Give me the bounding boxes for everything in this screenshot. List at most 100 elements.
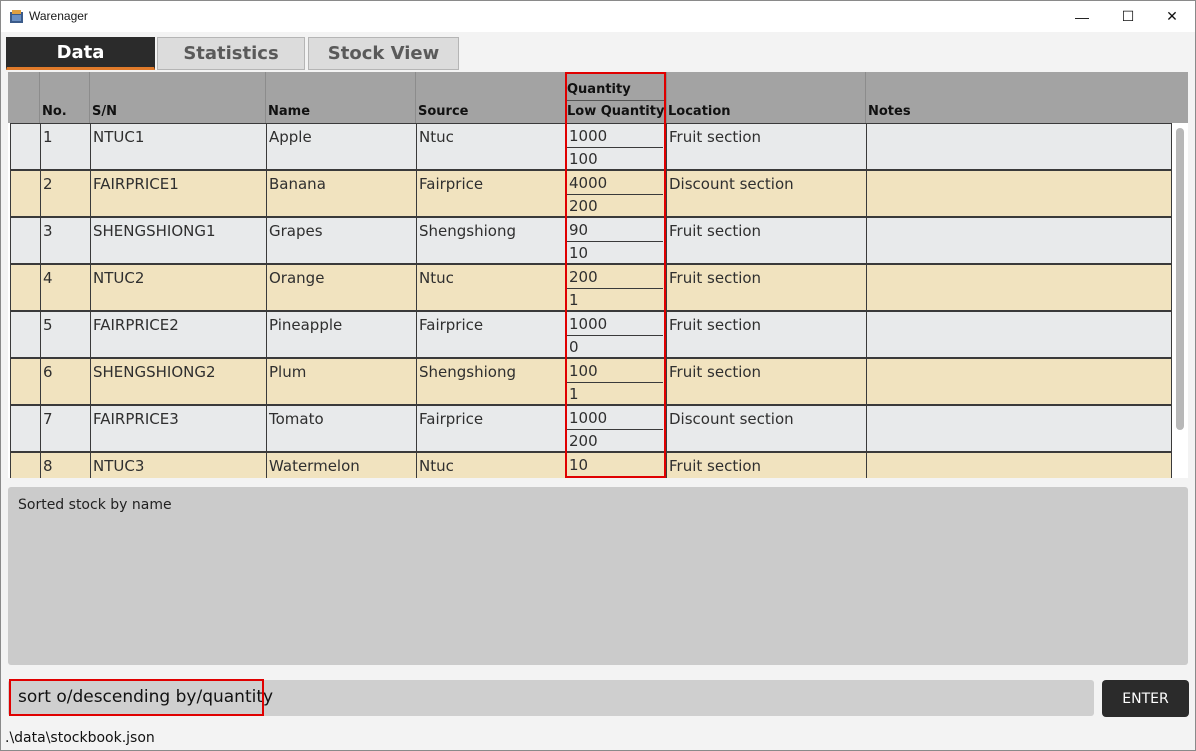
maximize-button[interactable]: ☐ bbox=[1105, 1, 1151, 32]
cell-notes bbox=[866, 312, 1171, 357]
cell-no: 8 bbox=[40, 453, 90, 478]
cell-spacer bbox=[9, 359, 40, 404]
cell-no: 4 bbox=[40, 265, 90, 310]
result-display: Sorted stock by name bbox=[8, 487, 1188, 665]
cell-quantity-value: 1000 bbox=[569, 409, 608, 427]
scrollbar-thumb[interactable] bbox=[1176, 128, 1184, 430]
table-row[interactable]: 8 NTUC3 Watermelon Ntuc 10 Fruit section bbox=[10, 452, 1172, 478]
cell-notes bbox=[866, 218, 1171, 263]
table-row[interactable]: 7 FAIRPRICE3 Tomato Fairprice 1000 200 Discoun… bbox=[10, 405, 1172, 452]
cell-source: Shengshiong bbox=[416, 359, 566, 404]
quantity-divider bbox=[567, 476, 663, 477]
cell-sn: NTUC3 bbox=[90, 453, 266, 478]
tab-stock-view[interactable]: Stock View bbox=[308, 37, 459, 70]
table-body: 1 NTUC1 Apple Ntuc 1000 100 Fruit section 2 FAIR… bbox=[8, 123, 1172, 478]
header-location[interactable]: Location bbox=[668, 104, 731, 119]
header-sn[interactable]: S/N bbox=[92, 104, 117, 119]
cell-name: Watermelon bbox=[266, 453, 416, 478]
cell-quantity: 100 1 bbox=[566, 359, 666, 404]
cell-location: Fruit section bbox=[666, 218, 866, 263]
table-header: No. S/N Name Source Quantity Low Quantit… bbox=[8, 72, 1188, 123]
quantity-divider bbox=[567, 429, 663, 430]
vertical-scrollbar[interactable] bbox=[1174, 125, 1186, 478]
cell-name: Pineapple bbox=[266, 312, 416, 357]
header-separator bbox=[865, 72, 866, 123]
cell-sn: NTUC2 bbox=[90, 265, 266, 310]
stock-table: No. S/N Name Source Quantity Low Quantit… bbox=[8, 72, 1188, 478]
quantity-divider bbox=[567, 194, 663, 195]
result-text: Sorted stock by name bbox=[18, 497, 172, 513]
cell-spacer bbox=[9, 453, 40, 478]
cell-sn: NTUC1 bbox=[90, 124, 266, 169]
cell-spacer bbox=[9, 124, 40, 169]
cell-name: Apple bbox=[266, 124, 416, 169]
cell-source: Shengshiong bbox=[416, 218, 566, 263]
quantity-divider bbox=[567, 241, 663, 242]
table-row[interactable]: 3 SHENGSHIONG1 Grapes Shengshiong 90 10 Fruit … bbox=[10, 217, 1172, 264]
cell-sn: FAIRPRICE1 bbox=[90, 171, 266, 216]
cell-quantity-value: 4000 bbox=[569, 174, 608, 192]
cell-location: Fruit section bbox=[666, 265, 866, 310]
table-row[interactable]: 6 SHENGSHIONG2 Plum Shengshiong 100 1 Fruit se… bbox=[10, 358, 1172, 405]
quantity-divider bbox=[567, 382, 663, 383]
cell-quantity-value: 1000 bbox=[569, 127, 608, 145]
minimize-icon: — bbox=[1075, 8, 1089, 25]
cell-quantity: 1000 200 bbox=[566, 406, 666, 451]
cell-quantity: 10 bbox=[566, 453, 666, 478]
cell-low-quantity-value: 1 bbox=[569, 291, 579, 309]
cell-name: Grapes bbox=[266, 218, 416, 263]
cell-source: Fairprice bbox=[416, 171, 566, 216]
cell-name: Tomato bbox=[266, 406, 416, 451]
cell-quantity: 1000 0 bbox=[566, 312, 666, 357]
header-source[interactable]: Source bbox=[418, 104, 468, 119]
command-input[interactable]: sort o/descending by/quantity bbox=[8, 679, 1094, 716]
cell-quantity: 200 1 bbox=[566, 265, 666, 310]
tab-data[interactable]: Data bbox=[6, 37, 155, 70]
header-low-quantity[interactable]: Low Quantity bbox=[567, 104, 664, 119]
cell-low-quantity-value: 200 bbox=[569, 432, 598, 450]
cell-source: Fairprice bbox=[416, 312, 566, 357]
enter-button[interactable]: ENTER bbox=[1102, 680, 1189, 717]
cell-name: Plum bbox=[266, 359, 416, 404]
header-separator bbox=[39, 72, 40, 123]
quantity-divider bbox=[567, 335, 663, 336]
cell-low-quantity-value: 100 bbox=[569, 150, 598, 168]
header-no[interactable]: No. bbox=[42, 104, 67, 119]
table-row[interactable]: 1 NTUC1 Apple Ntuc 1000 100 Fruit section bbox=[10, 123, 1172, 170]
header-separator bbox=[265, 72, 266, 123]
cell-spacer bbox=[9, 218, 40, 263]
cell-spacer bbox=[9, 406, 40, 451]
cell-location: Discount section bbox=[666, 406, 866, 451]
cell-name: Banana bbox=[266, 171, 416, 216]
quantity-divider bbox=[567, 288, 663, 289]
table-row[interactable]: 4 NTUC2 Orange Ntuc 200 1 Fruit section bbox=[10, 264, 1172, 311]
table-row[interactable]: 5 FAIRPRICE2 Pineapple Fairprice 1000 0 Fruit … bbox=[10, 311, 1172, 358]
cell-notes bbox=[866, 171, 1171, 216]
cell-location: Fruit section bbox=[666, 312, 866, 357]
header-separator bbox=[415, 72, 416, 123]
cell-quantity: 4000 200 bbox=[566, 171, 666, 216]
cell-quantity-value: 90 bbox=[569, 221, 589, 239]
header-notes[interactable]: Notes bbox=[868, 104, 911, 119]
header-quantity[interactable]: Quantity bbox=[567, 82, 631, 97]
cell-spacer bbox=[9, 312, 40, 357]
cell-notes bbox=[866, 359, 1171, 404]
close-button[interactable]: ✕ bbox=[1149, 1, 1195, 32]
cell-no: 2 bbox=[40, 171, 90, 216]
cell-source: Ntuc bbox=[416, 453, 566, 478]
cell-quantity-value: 1000 bbox=[569, 315, 608, 333]
cell-notes bbox=[866, 265, 1171, 310]
header-name[interactable]: Name bbox=[268, 104, 310, 119]
quantity-divider bbox=[567, 147, 663, 148]
cell-location: Fruit section bbox=[666, 453, 866, 478]
tab-statistics[interactable]: Statistics bbox=[157, 37, 305, 70]
cell-source: Fairprice bbox=[416, 406, 566, 451]
cell-notes bbox=[866, 453, 1171, 478]
window-title: Warenager bbox=[29, 9, 88, 23]
header-separator bbox=[89, 72, 90, 123]
minimize-button[interactable]: — bbox=[1059, 1, 1105, 32]
cell-low-quantity-value: 10 bbox=[569, 244, 589, 262]
table-row[interactable]: 2 FAIRPRICE1 Banana Fairprice 4000 200 Discoun… bbox=[10, 170, 1172, 217]
cell-no: 3 bbox=[40, 218, 90, 263]
title-bar[interactable]: Warenager — ☐ ✕ bbox=[1, 1, 1195, 32]
